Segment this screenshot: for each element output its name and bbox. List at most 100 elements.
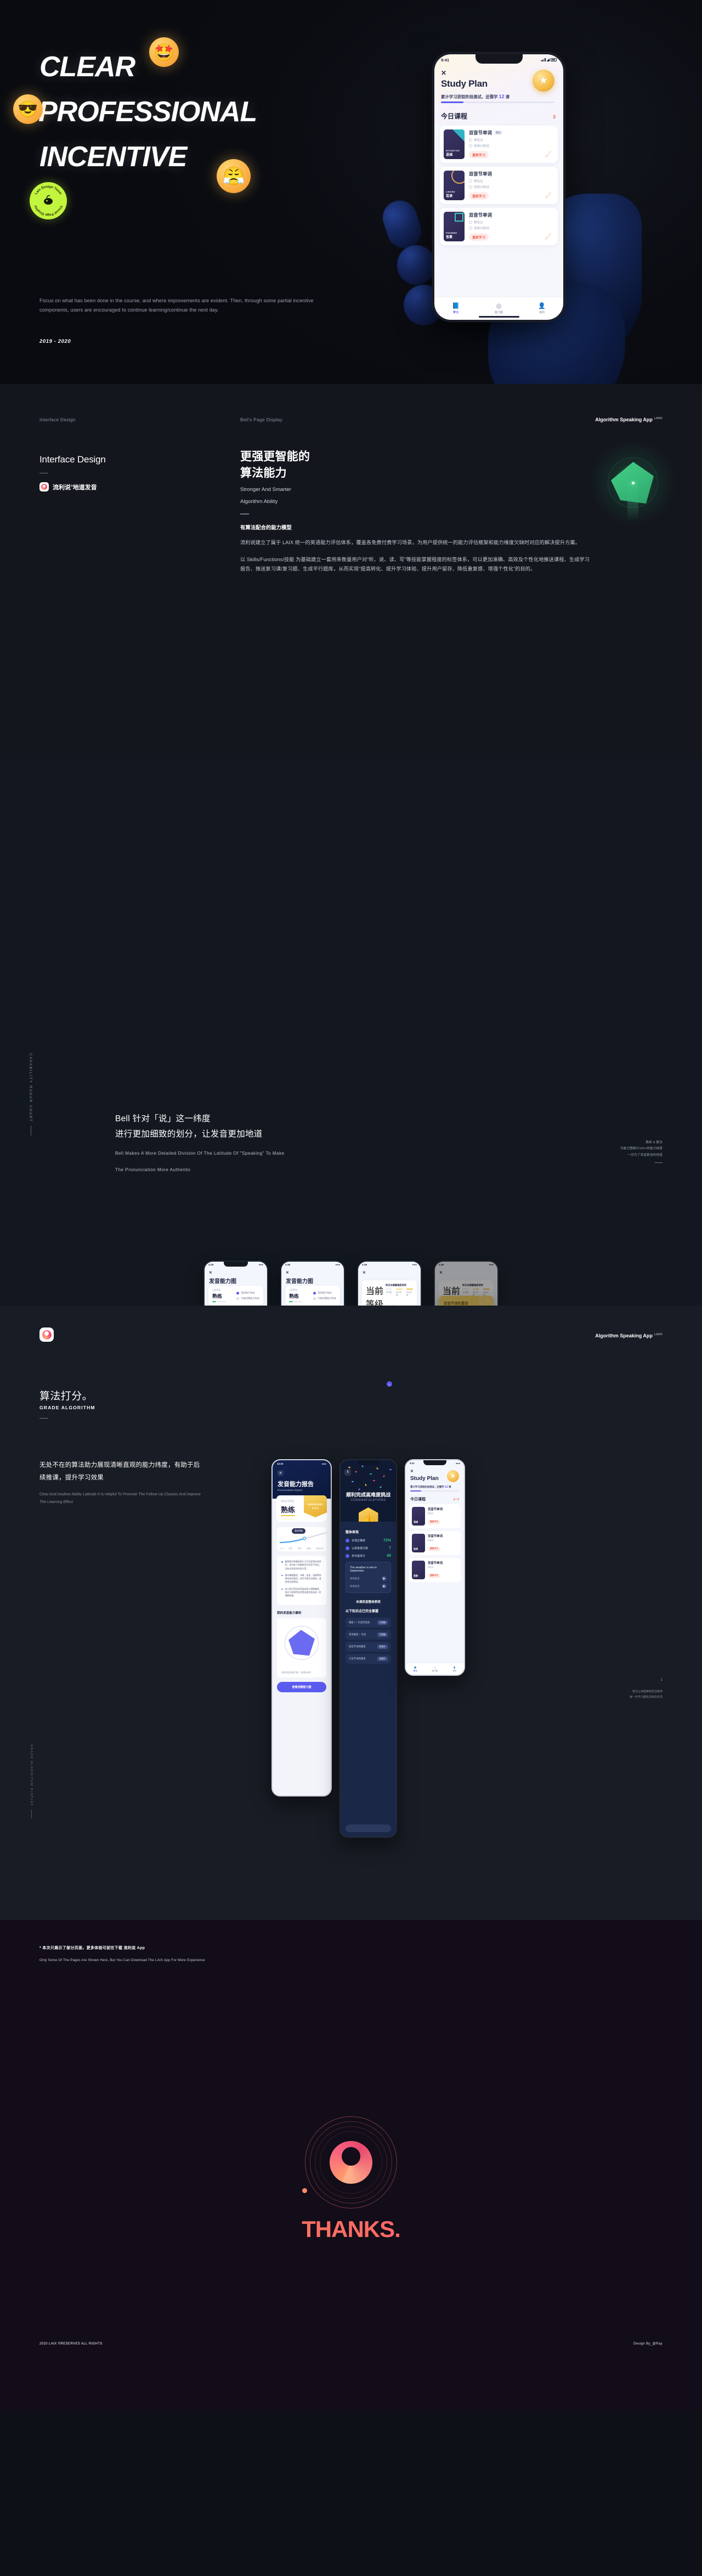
- course-list: INTONATION语调 双音节单词强化 辅音丛 意群内降调 重新学习 ✓: [440, 126, 558, 296]
- close-icon[interactable]: ✕: [209, 1270, 212, 1275]
- pause-icon[interactable]: ‖: [344, 1469, 351, 1476]
- section3-heading: Bell 针对「说」这一纬度 进行更加细致的划分，让发音更加地道 Bell Ma…: [115, 1111, 285, 1174]
- level-value: 熟练: [289, 1293, 299, 1299]
- stat-row: 认真答题次数 7: [346, 1546, 391, 1550]
- playback-row[interactable]: 标准发音 ▶: [350, 1584, 387, 1589]
- relearn-button[interactable]: 重新学习: [428, 1546, 441, 1551]
- play-icon[interactable]: ▶: [382, 1576, 387, 1581]
- en-heading-line-1: Bell Makes A More Detailed Division Of T…: [115, 1151, 285, 1156]
- close-icon[interactable]: ✕: [363, 1270, 366, 1275]
- tab-study[interactable]: 📘学习: [414, 1667, 417, 1672]
- en-title: GRADE ALGORITHM: [39, 1405, 95, 1410]
- vertical-label: GRADE ALGORITHM DISPLAY: [30, 1744, 33, 1819]
- subheading: 有算法配合的能力模型: [240, 524, 292, 530]
- today-courses-header: 今日课程 3: [441, 111, 556, 121]
- report-section-title: 我的发音能力解析: [277, 1612, 302, 1615]
- report-subtitle: Pronunciation Report: [278, 1489, 303, 1492]
- list-title: 以下知识点已完全掌握: [346, 1610, 379, 1613]
- level-card: 当前等级 熟练 我的能力构成 升级所需能力构成: [208, 1286, 263, 1306]
- close-icon[interactable]: ✕: [439, 1270, 443, 1275]
- hero-line-2: PROFESSIONAL: [38, 96, 257, 128]
- relearn-button[interactable]: 重新学习: [469, 151, 489, 159]
- view-full-radar-button[interactable]: 查看完整能力图: [277, 1682, 326, 1693]
- list-item[interactable]: 辅音 t + 元音的连读 已掌握: [346, 1618, 391, 1628]
- section4-heading: 算法打分。 GRADE ALGORITHM: [39, 1388, 95, 1427]
- bottom-action-bar[interactable]: [346, 1824, 391, 1832]
- course-point: 辅音丛: [469, 138, 554, 142]
- course-point: 意群内降调: [469, 144, 554, 148]
- course-point: 辅音丛: [469, 179, 554, 183]
- course-point: 意群内降调: [469, 185, 554, 189]
- list-item[interactable]: 音素 双音节单词 辅音丛 重新学习: [409, 1558, 461, 1582]
- home-indicator: [478, 316, 519, 318]
- list-item[interactable]: PHONEME 音素 双音节单词 辅音丛 意群内降调 重新学习 ✓: [440, 208, 558, 245]
- panel-section-title: 本课发音整体表现: [356, 1601, 381, 1604]
- tab-ability[interactable]: ◎能力图: [495, 303, 503, 314]
- radar-center-dot: [631, 481, 635, 484]
- grade-algorithm-section: Algorithm Speaking App LAIX® 算法打分。 GRADE …: [0, 1306, 702, 1920]
- level-card: 当前等级 熟练 我的能力构成 升级所需能力构成: [285, 1286, 340, 1306]
- kicker-app-name: Algorithm Speaking App LAIX®: [595, 1333, 663, 1338]
- copyright: 2020 LAIX ©RESERVES ALL RIGHTS: [39, 2342, 103, 2346]
- congrats-title: 顺利完成高难度挑战: [346, 1492, 390, 1498]
- close-icon[interactable]: ✕: [486, 1300, 489, 1303]
- kicker-bells-page-display: Bell's Page Display: [240, 417, 283, 422]
- body-cn: 无处不在的算法助力展现清晰直观的能力纬度，有助于后续推课，提升学习效果: [39, 1462, 200, 1481]
- relearn-button[interactable]: 重新学习: [428, 1519, 441, 1524]
- footer-note-cn: * 本次只展示了部分页面，更多体验可前往下载 流利说 App: [39, 1946, 145, 1950]
- sunglasses-emoji-icon: 😎: [13, 94, 43, 124]
- bullet-item: 基本掌握重读、节奏、连读、语调等的律特征的使用。但并不能灵活使用，或经常出现错误…: [281, 1574, 322, 1584]
- page-title: 发音能力图: [286, 1279, 313, 1285]
- level-curve-chart: 我的等级 入门 进阶 熟练 精通 母语水平: [277, 1527, 327, 1551]
- relearn-button[interactable]: 重新学习: [428, 1573, 441, 1578]
- side-note: 算法让课程推荐更加精准 每一步学习都有清晰的反馈: [629, 1690, 663, 1699]
- laix-logo-icon: [330, 2141, 372, 2184]
- study-plan-screen: 9:41 ◢ ✕ Study Plan ★ 累计学习获取阶段测试，还需学 12 …: [434, 54, 563, 320]
- list-item[interactable]: 语调 双音节单词 辅音丛 重新学习: [409, 1504, 461, 1528]
- tab-profile[interactable]: 👤我的: [538, 303, 546, 314]
- check-icon: ✓: [543, 230, 553, 244]
- close-icon[interactable]: ✕: [286, 1270, 289, 1275]
- cn-heading-line-1: 更强更智能的: [240, 450, 310, 463]
- tab-bar: 📘学习 ◎能力图 👤我的: [406, 1663, 464, 1675]
- list-item[interactable]: 连读 双音节单词 辅音丛 重新学习: [409, 1531, 461, 1555]
- legend-title: 知识点掌握程度说明: [386, 1284, 406, 1286]
- hero-section: CLEAR PROFESSIONAL INCENTIVE 🤩 😎 😤 Laix …: [0, 0, 702, 384]
- play-icon[interactable]: ▶: [382, 1584, 387, 1589]
- list-item[interactable]: INTONATION 语调 双音节单词 强化 辅音丛 意群内降调 重新学习 ✓: [440, 126, 558, 163]
- sentence-card: The weather is wet in September. 你的发音 ▶ 标…: [346, 1562, 391, 1593]
- chevron-down-icon[interactable]: ⌄: [387, 1381, 392, 1387]
- playback-row[interactable]: 你的发音 ▶: [350, 1576, 387, 1581]
- level-value: 熟练: [212, 1293, 223, 1299]
- course-thumbnail: PHONEME 音素: [444, 212, 465, 241]
- footer-note: * 本次只展示了部分页面，更多体验可前往下载 流利说 App Only Some…: [39, 1945, 205, 1962]
- progress-bar: [410, 1490, 459, 1492]
- section4-body: 无处不在的算法助力展现清晰直观的能力纬度，有助于后续推课，提升学习效果 Clea…: [39, 1459, 204, 1506]
- close-icon[interactable]: ✕: [278, 1470, 284, 1476]
- capability-radar-section: CAPABILITY RADAR CHART Bell 针对「说」这一纬度 进行…: [0, 757, 702, 2025]
- status-time: 4:46: [362, 1263, 367, 1266]
- hero-line-1: CLEAR: [39, 51, 135, 83]
- list-item[interactable]: 常见辅音 + 元音 已掌握: [346, 1630, 391, 1640]
- portfolio-page: CLEAR PROFESSIONAL INCENTIVE 🤩 😎 😤 Laix …: [0, 0, 702, 2411]
- tab-study[interactable]: 📘学习: [452, 303, 460, 314]
- hero-description: Focus on what has been done in the cours…: [39, 298, 314, 313]
- phone-study-plan: 9:41 ●●● ✕ Study Plan ★ 累计学习获取阶段测试，还需学 12…: [405, 1459, 465, 1676]
- level-value: 熟练: [281, 1504, 296, 1516]
- legend-mine: 我的能力构成: [241, 1291, 255, 1295]
- course-point: 辅音丛: [469, 220, 554, 224]
- course-name: 双音节单词: [469, 212, 492, 218]
- relearn-button[interactable]: 重新学习: [469, 233, 489, 241]
- phone-congratulations: ‖ 顺利完成高难度挑战 CONGRATULATIONS 👍 整体表现 本课正确率…: [339, 1459, 397, 1838]
- tab-profile[interactable]: 👤我的: [453, 1667, 457, 1672]
- side-note-line-3: 一切为了发音更加的地道: [627, 1153, 663, 1157]
- close-icon[interactable]: ✕: [441, 69, 446, 77]
- thanks-title: THANKS.: [0, 2216, 702, 2242]
- close-icon[interactable]: ✕: [410, 1469, 414, 1473]
- tab-ability[interactable]: ◎能力图: [432, 1667, 438, 1672]
- cn-heading-line-1: Bell 针对「说」这一纬度: [115, 1114, 211, 1123]
- list-item[interactable]: 三音节词的重音 待提升: [346, 1654, 391, 1664]
- list-item[interactable]: LINKING 连读 双音节单词 辅音丛 意群内降调 重新学习 ✓: [440, 167, 558, 204]
- relearn-button[interactable]: 重新学习: [469, 192, 489, 200]
- list-item[interactable]: 双音节词的重音 待提升: [346, 1642, 391, 1652]
